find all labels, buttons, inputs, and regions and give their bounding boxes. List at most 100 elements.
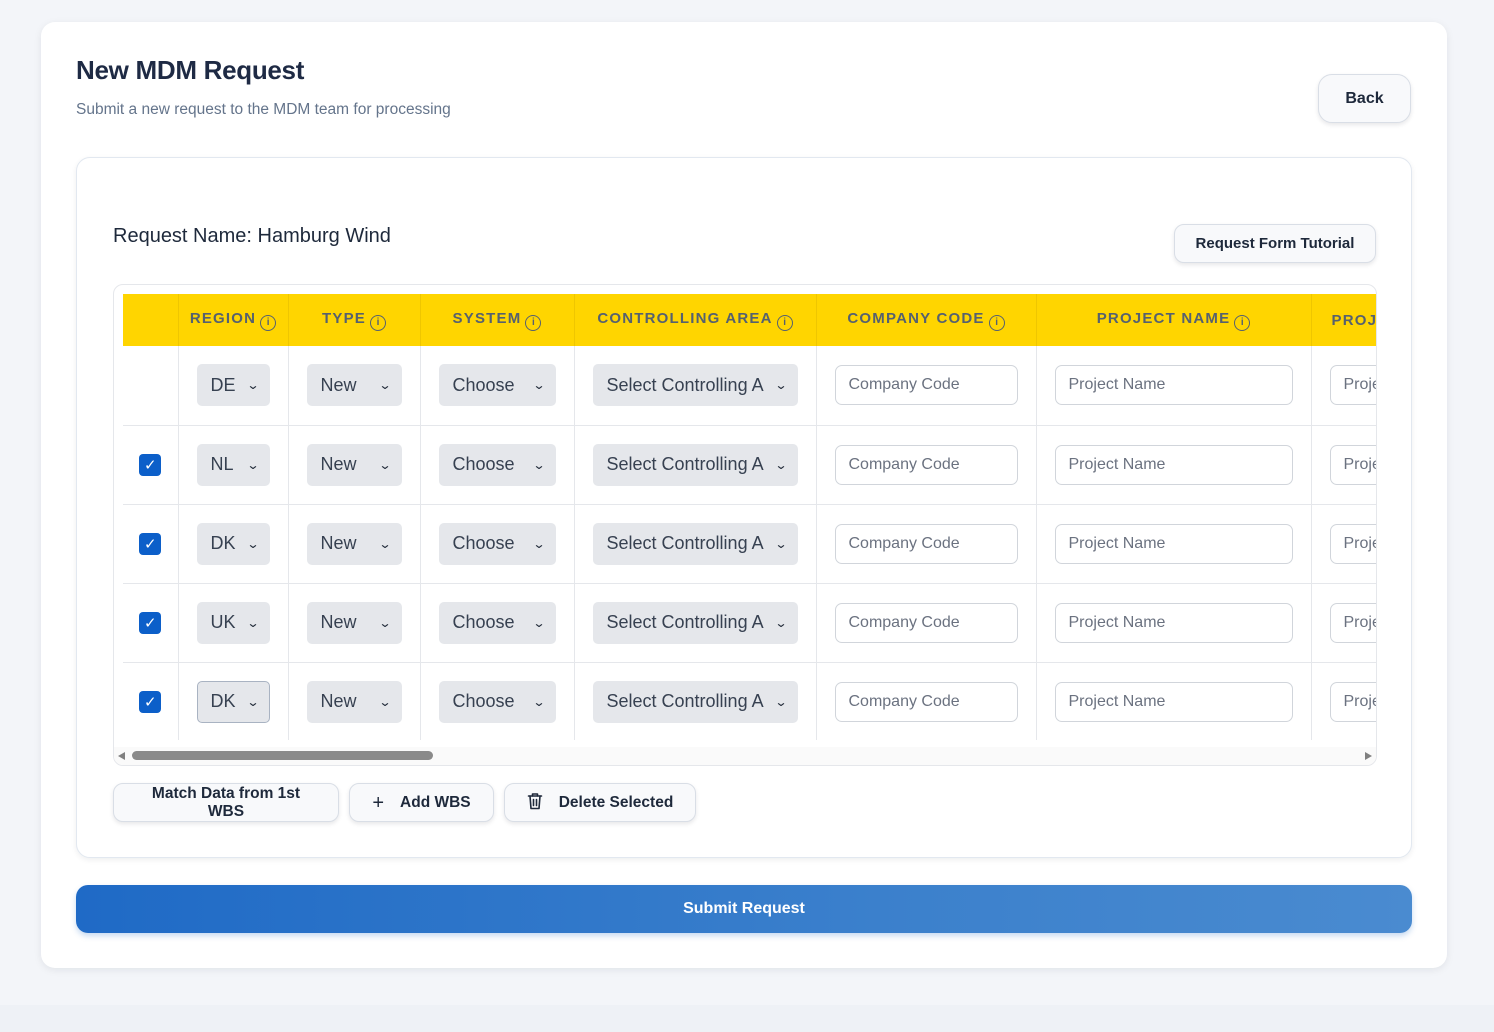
info-icon[interactable]: i (1234, 314, 1251, 331)
type-value: New (320, 374, 357, 395)
company-code-input[interactable]: Company Code (834, 681, 1018, 722)
chevron-down-icon: ⌄ (774, 457, 789, 472)
plus-icon: + (372, 791, 385, 814)
page-subtitle: Submit a new request to the MDM team for… (76, 101, 451, 118)
type-select[interactable]: New ⌄ (306, 680, 402, 723)
match-data-button[interactable]: Match Data from 1st WBS (113, 783, 339, 822)
chevron-down-icon: ⌄ (774, 536, 789, 551)
info-icon[interactable]: i (525, 314, 542, 331)
horizontal-scrollbar[interactable] (114, 747, 1376, 765)
type-value: New (320, 612, 357, 632)
column-header-label: CONTROLLING AREA (597, 309, 773, 327)
type-value: New (320, 454, 357, 474)
info-icon[interactable]: i (776, 314, 793, 331)
system-select[interactable]: Choose ⌄ (438, 364, 556, 407)
controlling-area-value: Select Controlling A (606, 691, 764, 711)
region-value: UK (210, 612, 236, 632)
info-icon[interactable]: i (988, 314, 1005, 331)
column-header-label: SYSTEM (452, 309, 522, 327)
region-select[interactable]: DE ⌄ (196, 364, 270, 407)
region-select[interactable]: DK ⌄ (196, 522, 270, 565)
region-select[interactable]: NL ⌄ (196, 443, 270, 486)
type-value: New (320, 533, 357, 553)
row-select-cell[interactable] (123, 346, 178, 426)
system-select[interactable]: Choose ⌄ (438, 680, 556, 723)
controlling-area-value: Select Controlling A (606, 374, 764, 395)
scroll-left-arrow-icon[interactable] (118, 752, 125, 760)
system-select[interactable]: Choose ⌄ (438, 522, 556, 565)
request-card: New MDM Request Submit a new request to … (41, 22, 1447, 968)
request-form-panel: Request Name: Hamburg Wind Request Form … (76, 157, 1412, 858)
region-value: DE (210, 374, 236, 395)
request-form-tutorial-button[interactable]: Request Form Tutorial (1174, 224, 1376, 263)
match-data-label: Match Data from 1st WBS (151, 784, 301, 820)
controlling-area-select[interactable]: Select Controlling A ⌄ (592, 364, 798, 407)
wbs-table: REGION i TYPE i SYSTEM i CONTROLLING AREA i … (123, 294, 1376, 740)
system-value: Choose (452, 374, 515, 395)
chevron-down-icon: ⌄ (246, 615, 261, 630)
chevron-down-icon: ⌄ (246, 536, 261, 551)
info-icon[interactable]: i (369, 314, 386, 331)
check-icon: ✓ (143, 614, 157, 632)
check-icon: ✓ (143, 693, 157, 711)
company-code-input[interactable]: Company Code (834, 523, 1018, 564)
add-wbs-button[interactable]: + Add WBS (349, 783, 494, 822)
row-checkbox[interactable]: ✓ (139, 453, 162, 476)
region-select[interactable]: DK ⌄ (196, 680, 270, 723)
company-code-input[interactable]: Company Code (834, 444, 1018, 485)
controlling-area-value: Select Controlling A (606, 454, 764, 474)
row-checkbox[interactable]: ✓ (139, 532, 162, 555)
submit-request-button[interactable]: Submit Request (76, 885, 1412, 933)
company-code-input[interactable]: Company Code (834, 602, 1018, 643)
proj-input[interactable]: Proje (1329, 602, 1376, 643)
page-title: New MDM Request (76, 55, 305, 85)
type-select[interactable]: New ⌄ (306, 443, 402, 486)
trash-icon (527, 792, 543, 814)
info-icon[interactable]: i (260, 314, 277, 331)
table-row: ✓ NL ⌄ New ⌄ Choose ⌄ Select Controlling A ⌄… (123, 425, 1376, 505)
scroll-right-arrow-icon[interactable] (1365, 752, 1372, 760)
type-value: New (320, 691, 357, 711)
column-header-label: COMPANY CODE (847, 309, 985, 327)
chevron-down-icon: ⌄ (532, 615, 547, 630)
project-name-input[interactable]: Project Name (1054, 523, 1293, 564)
scroll-thumb[interactable] (132, 751, 433, 760)
region-value: NL (210, 454, 234, 474)
region-select[interactable]: UK ⌄ (196, 601, 270, 644)
table-header-row: REGION i TYPE i SYSTEM i CONTROLLING AREA i … (123, 294, 1376, 346)
table-row: ✓ UK ⌄ New ⌄ Choose ⌄ Select Controlling A ⌄… (123, 583, 1376, 663)
project-name-input[interactable]: Project Name (1054, 365, 1293, 406)
delete-selected-button[interactable]: Delete Selected (504, 783, 696, 822)
proj-input[interactable]: Proje (1329, 444, 1376, 485)
controlling-area-select[interactable]: Select Controlling A ⌄ (592, 601, 798, 644)
region-value: DK (210, 691, 236, 711)
project-name-input[interactable]: Project Name (1054, 444, 1293, 485)
system-select[interactable]: Choose ⌄ (438, 601, 556, 644)
company-code-input[interactable]: Company Code (834, 365, 1018, 406)
proj-input[interactable]: Proje (1329, 523, 1376, 564)
chevron-down-icon: ⌄ (532, 536, 547, 551)
back-button[interactable]: Back (1318, 74, 1411, 123)
column-header-label: TYPE (322, 309, 366, 327)
controlling-area-select[interactable]: Select Controlling A ⌄ (592, 522, 798, 565)
system-value: Choose (452, 533, 515, 553)
proj-input[interactable]: Proje (1329, 681, 1376, 722)
chevron-down-icon: ⌄ (378, 378, 393, 393)
type-select[interactable]: New ⌄ (306, 364, 402, 407)
project-name-input[interactable]: Project Name (1054, 602, 1293, 643)
chevron-down-icon: ⌄ (378, 457, 393, 472)
type-select[interactable]: New ⌄ (306, 601, 402, 644)
column-header-company-code: COMPANY CODE i (815, 294, 1036, 346)
type-select[interactable]: New ⌄ (306, 522, 402, 565)
row-checkbox[interactable]: ✓ (139, 690, 162, 713)
system-value: Choose (452, 691, 515, 711)
system-select[interactable]: Choose ⌄ (438, 443, 556, 486)
project-name-input[interactable]: Project Name (1054, 681, 1293, 722)
controlling-area-select[interactable]: Select Controlling A ⌄ (592, 443, 798, 486)
wbs-table-viewport: REGION i TYPE i SYSTEM i CONTROLLING AREA i … (123, 294, 1376, 740)
proj-input[interactable]: Proje (1329, 365, 1376, 406)
controlling-area-select[interactable]: Select Controlling A ⌄ (592, 680, 798, 723)
chevron-down-icon: ⌄ (246, 694, 261, 709)
controlling-area-value: Select Controlling A (606, 533, 764, 553)
row-checkbox[interactable]: ✓ (139, 611, 162, 634)
